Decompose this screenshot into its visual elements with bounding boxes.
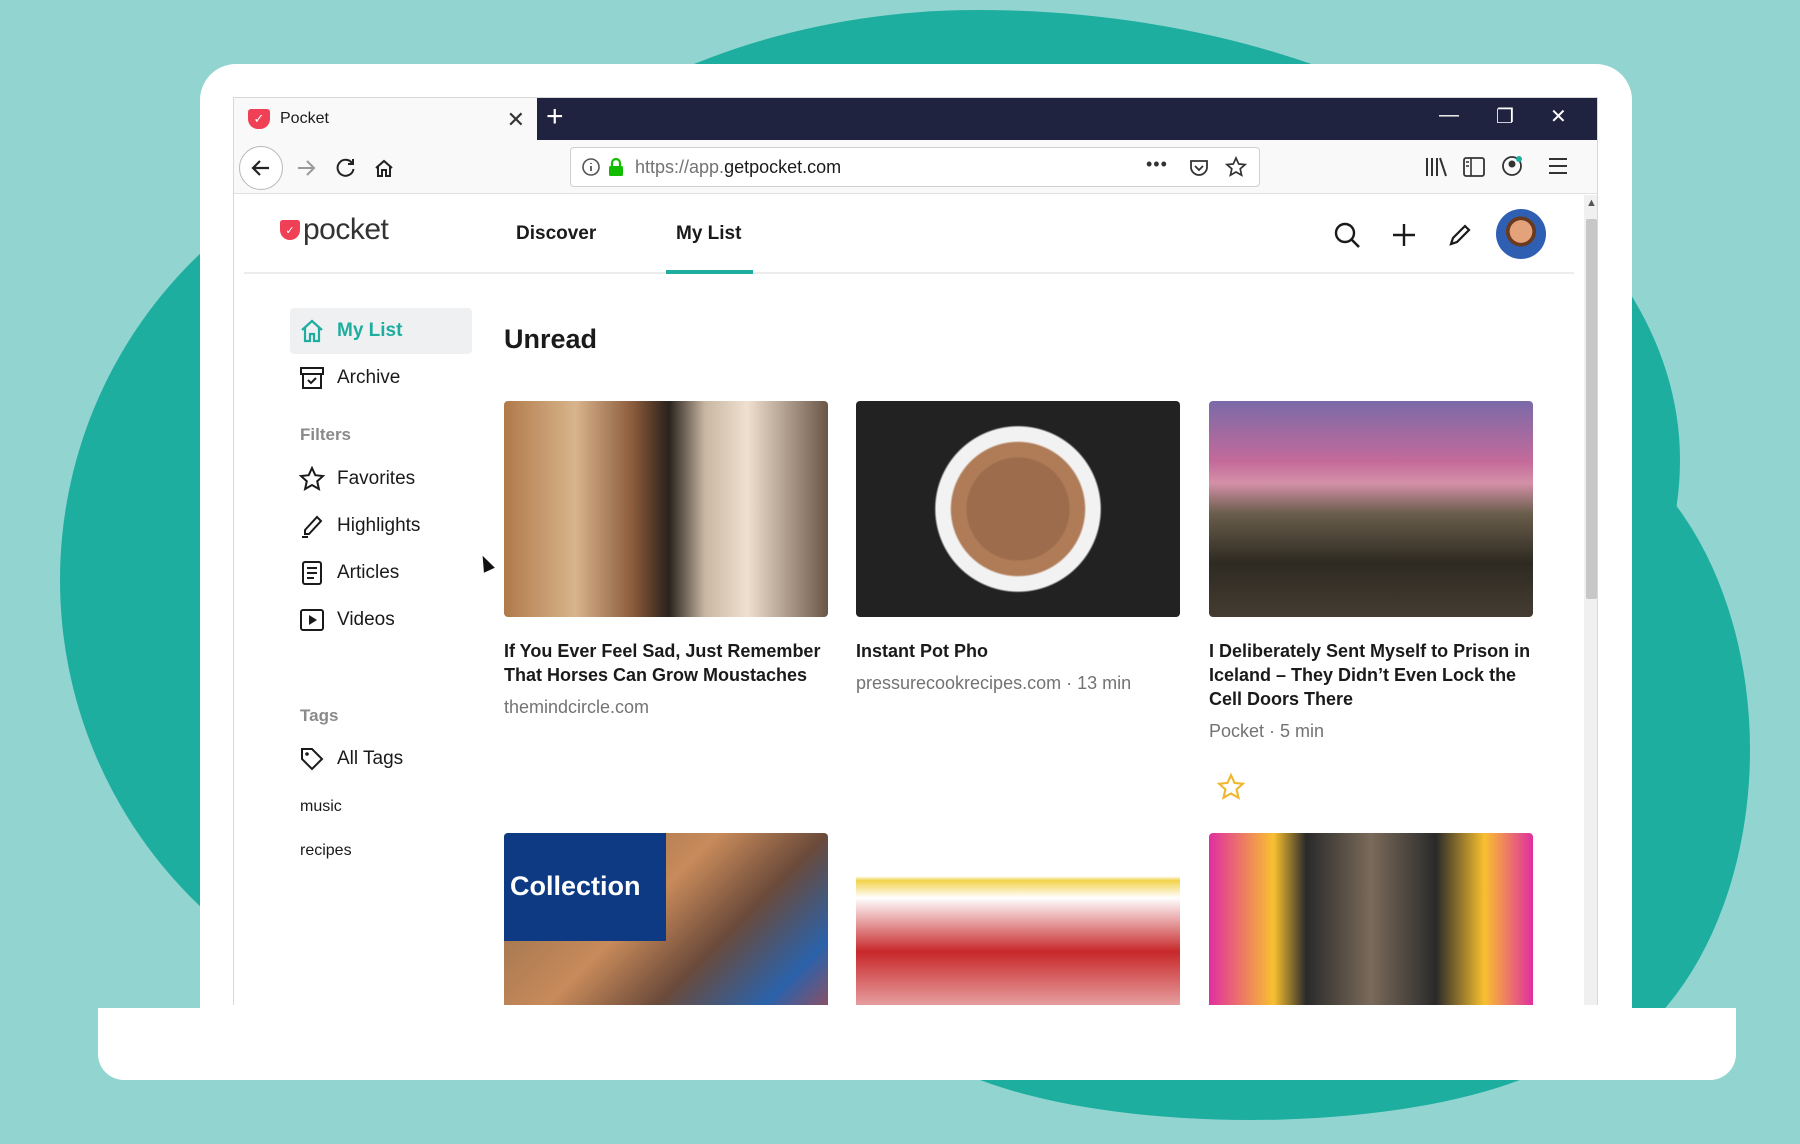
- reload-icon: [336, 158, 355, 177]
- info-icon[interactable]: [581, 157, 601, 177]
- collection-label: Collection: [504, 833, 666, 941]
- archive-icon: [300, 367, 324, 389]
- pocket-logo-icon: ✓: [280, 220, 300, 240]
- close-tab-icon[interactable]: ✕: [507, 107, 525, 133]
- user-avatar[interactable]: [1496, 209, 1546, 259]
- sidebar-item-archive[interactable]: Archive: [290, 355, 472, 401]
- logo-text: pocket: [303, 213, 389, 246]
- pocket-logo[interactable]: ✓ pocket: [280, 213, 389, 247]
- hamburger-menu-icon[interactable]: [1547, 156, 1569, 176]
- add-item-button[interactable]: [1384, 215, 1424, 255]
- home-icon: [301, 319, 323, 343]
- browser-window: ✓ Pocket ✕ + — ❐ ✕ https://app.getpocket…: [233, 97, 1598, 1005]
- tag-recipes[interactable]: recipes: [300, 842, 352, 860]
- sidebar-item-all-tags[interactable]: All Tags: [290, 736, 472, 782]
- home-icon: [375, 159, 393, 177]
- article-card[interactable]: [856, 833, 1180, 1005]
- article-card[interactable]: If You Ever Feel Sad, Just Remember That…: [504, 401, 828, 718]
- minimize-button[interactable]: —: [1439, 104, 1459, 127]
- article-thumbnail[interactable]: Collection: [504, 833, 828, 1005]
- lock-icon: [609, 157, 623, 176]
- browser-tab[interactable]: ✓ Pocket ✕: [234, 98, 537, 140]
- home-button[interactable]: [364, 148, 404, 188]
- sidebar-item-favorites[interactable]: Favorites: [290, 456, 472, 502]
- forward-arrow-icon: [298, 160, 316, 176]
- active-tab-indicator: [666, 270, 753, 274]
- pocket-app: ✓ pocket Discover My List My List Archiv…: [234, 195, 1584, 1005]
- article-thumbnail[interactable]: [856, 401, 1180, 617]
- pocket-favicon-icon: ✓: [248, 109, 270, 129]
- account-icon[interactable]: [1500, 154, 1524, 178]
- nav-discover[interactable]: Discover: [516, 223, 596, 245]
- article-thumbnail[interactable]: [1209, 401, 1533, 617]
- article-meta: themindcircle.com: [504, 697, 650, 717]
- sidebar-item-videos[interactable]: Videos: [290, 597, 472, 643]
- pencil-icon: [1449, 224, 1471, 246]
- star-icon: [299, 466, 325, 492]
- bulk-edit-button[interactable]: [1440, 215, 1480, 255]
- article-title[interactable]: Instant Pot Pho: [856, 639, 1180, 663]
- article-thumbnail[interactable]: [504, 401, 828, 617]
- search-button[interactable]: [1327, 215, 1367, 255]
- article-title[interactable]: If You Ever Feel Sad, Just Remember That…: [504, 639, 828, 687]
- scroll-thumb[interactable]: [1586, 219, 1597, 599]
- app-header: ✓ pocket Discover My List: [244, 195, 1574, 274]
- sidebar-item-articles[interactable]: Articles: [290, 550, 472, 596]
- back-button[interactable]: [239, 146, 283, 190]
- tab-title: Pocket: [280, 110, 329, 127]
- video-icon: [300, 609, 324, 631]
- title-bar: ✓ Pocket ✕ + — ❐ ✕: [234, 98, 1597, 140]
- sidebar-item-label: My List: [337, 320, 403, 341]
- restore-button[interactable]: ❐: [1496, 104, 1514, 129]
- sidebar-item-label: All Tags: [337, 748, 404, 769]
- sidebar-item-label: Articles: [337, 562, 400, 583]
- nav-my-list[interactable]: My List: [676, 223, 741, 245]
- article-card[interactable]: I Deliberately Sent Myself to Prison in …: [1209, 401, 1533, 800]
- section-title: Unread: [504, 324, 598, 354]
- highlighter-icon: [302, 515, 323, 538]
- article-meta: Pocket · 5 min: [1209, 721, 1325, 741]
- sidebar-item-my-list[interactable]: My List: [290, 308, 472, 354]
- sidebar-item-label: Archive: [337, 367, 401, 388]
- sidebar-item-highlights[interactable]: Highlights: [290, 503, 472, 549]
- sidebar-item-label: Videos: [337, 609, 395, 630]
- reload-button[interactable]: [326, 148, 366, 188]
- scroll-up-icon[interactable]: ▲: [1584, 197, 1597, 209]
- forward-button[interactable]: [286, 148, 326, 188]
- url-text[interactable]: https://app.getpocket.com: [635, 157, 841, 178]
- url-bar[interactable]: https://app.getpocket.com •••: [570, 147, 1260, 187]
- article-thumbnail[interactable]: [1209, 833, 1533, 1005]
- article-card[interactable]: Collection: [504, 833, 828, 1005]
- filters-heading: Filters: [300, 425, 352, 444]
- article-card[interactable]: Instant Pot Pho pressurecookrecipes.com …: [856, 401, 1180, 694]
- library-icon[interactable]: [1424, 156, 1448, 178]
- back-arrow-icon: [251, 160, 269, 176]
- scrollbar[interactable]: ▲: [1584, 195, 1597, 1005]
- sidebar-toggle-icon[interactable]: [1462, 156, 1486, 178]
- plus-icon: [1393, 224, 1415, 246]
- favorite-star-icon[interactable]: [1217, 773, 1245, 801]
- pocket-save-icon[interactable]: [1188, 157, 1210, 179]
- search-icon: [1334, 222, 1360, 248]
- article-icon: [302, 561, 322, 585]
- bookmark-star-icon[interactable]: [1225, 156, 1247, 178]
- article-meta: pressurecookrecipes.com · 13 min: [856, 673, 1132, 693]
- article-thumbnail[interactable]: [856, 833, 1180, 1005]
- tags-heading: Tags: [300, 706, 339, 725]
- tag-icon: [301, 748, 324, 771]
- tag-music[interactable]: music: [300, 798, 342, 816]
- sidebar-item-label: Favorites: [337, 468, 416, 489]
- page-actions-menu[interactable]: •••: [1146, 154, 1168, 175]
- new-tab-button[interactable]: +: [546, 100, 564, 134]
- article-title[interactable]: I Deliberately Sent Myself to Prison in …: [1209, 639, 1533, 711]
- navigation-toolbar: https://app.getpocket.com •••: [234, 140, 1597, 194]
- sidebar-item-label: Highlights: [337, 515, 421, 536]
- laptop-base: [98, 1008, 1736, 1080]
- article-card[interactable]: [1209, 833, 1533, 1005]
- close-window-button[interactable]: ✕: [1550, 104, 1567, 129]
